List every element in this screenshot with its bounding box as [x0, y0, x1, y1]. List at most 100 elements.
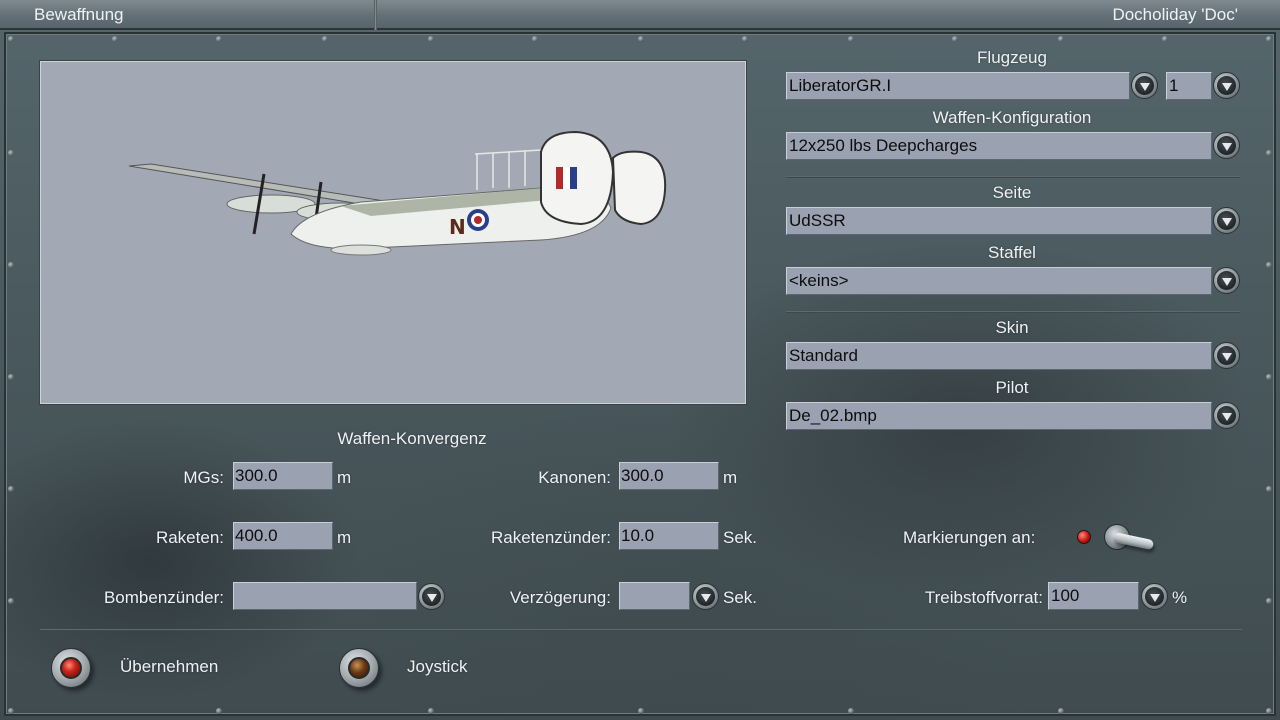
- rivet-icon: [1266, 374, 1272, 380]
- rivet-icon: [1058, 708, 1064, 714]
- rivet-icon: [8, 36, 14, 42]
- rivet-icon: [1058, 36, 1064, 42]
- skin-dropdown-button[interactable]: [1213, 342, 1240, 369]
- flugzeug-select[interactable]: LiberatorGR.I: [786, 72, 1130, 100]
- apply-button[interactable]: [51, 648, 91, 688]
- rivet-icon: [8, 150, 14, 156]
- verzoegerung-unit: Sek.: [723, 588, 758, 607]
- kanonen-input[interactable]: [619, 462, 719, 490]
- pilot-dropdown-button[interactable]: [1213, 402, 1240, 429]
- rivet-icon: [1266, 486, 1272, 492]
- verzoegerung-dropdown-button[interactable]: [692, 583, 719, 610]
- raketen-label: Raketen:: [155, 528, 224, 547]
- skin-select[interactable]: Standard: [786, 342, 1212, 370]
- treibstoff-label: Treibstoffvorrat:: [924, 588, 1043, 607]
- rivet-icon: [8, 708, 14, 714]
- chevron-down-icon: [1217, 406, 1236, 425]
- rivet-icon: [532, 36, 538, 42]
- skin-label: Skin: [995, 318, 1029, 337]
- chevron-down-icon: [1217, 76, 1236, 95]
- fin-flash-blue: [570, 167, 577, 189]
- staffel-select[interactable]: <keins>: [786, 267, 1212, 295]
- verzoegerung-label: Verzögerung:: [509, 588, 611, 607]
- aircraft-preview[interactable]: N: [40, 61, 746, 404]
- treibstoff-select[interactable]: 100: [1048, 582, 1139, 610]
- rivet-icon: [1162, 36, 1168, 42]
- markierungen-label: Markierungen an:: [903, 528, 1036, 547]
- bombenzuender-select[interactable]: [233, 582, 417, 610]
- fin-flash-white: [563, 167, 570, 189]
- section-title: Bewaffnung: [34, 5, 124, 24]
- rivet-icon: [952, 36, 958, 42]
- chevron-down-icon: [1217, 271, 1236, 290]
- rivet-icon: [1266, 598, 1272, 604]
- raketenzuender-unit: Sek.: [723, 528, 758, 547]
- mgs-unit: m: [337, 468, 352, 487]
- pilot-select[interactable]: De_02.bmp: [786, 402, 1212, 430]
- rivet-icon: [428, 36, 434, 42]
- treibstoff-dropdown-button[interactable]: [1141, 583, 1168, 610]
- staffel-label: Staffel: [988, 243, 1036, 262]
- chevron-down-icon: [696, 587, 715, 606]
- rivet-icon: [1266, 262, 1272, 268]
- rivet-icon: [8, 486, 14, 492]
- seite-label: Seite: [992, 183, 1032, 202]
- divider: [40, 629, 1242, 631]
- rivet-icon: [428, 708, 434, 714]
- brown-lamp-icon: [348, 657, 370, 679]
- verzoegerung-select[interactable]: [619, 582, 690, 610]
- red-lamp-icon: [60, 657, 82, 679]
- aircraft-tail-fin: [611, 150, 667, 226]
- joystick-label[interactable]: Joystick: [407, 657, 467, 677]
- rivet-icon: [112, 36, 118, 42]
- aircraft-antenna: [474, 149, 542, 190]
- roundel-red: [474, 216, 482, 224]
- raketenzuender-input[interactable]: [619, 522, 719, 550]
- flugzeug-label: Flugzeug: [977, 48, 1047, 67]
- divider: [786, 311, 1240, 313]
- raketen-unit: m: [337, 528, 352, 547]
- rivet-icon: [638, 36, 644, 42]
- waffen-konfig-dropdown-button[interactable]: [1213, 132, 1240, 159]
- mgs-label: MGs:: [183, 468, 224, 487]
- rivet-icon: [8, 374, 14, 380]
- treibstoff-unit: %: [1172, 588, 1188, 607]
- staffel-dropdown-button[interactable]: [1213, 267, 1240, 294]
- raketenzuender-label: Raketenzünder:: [490, 528, 611, 547]
- rivet-icon: [1266, 150, 1272, 156]
- count-dropdown-button[interactable]: [1213, 72, 1240, 99]
- title-divider: [374, 0, 377, 30]
- markierungen-indicator-led: [1077, 530, 1091, 544]
- chevron-down-icon: [1135, 76, 1154, 95]
- rivet-icon: [848, 36, 854, 42]
- rivet-icon: [216, 36, 222, 42]
- joystick-button[interactable]: [339, 648, 379, 688]
- flugzeug-dropdown-button[interactable]: [1131, 72, 1158, 99]
- divider: [786, 176, 1240, 178]
- kanonen-unit: m: [723, 468, 738, 487]
- chevron-down-icon: [1217, 136, 1236, 155]
- mgs-input[interactable]: [233, 462, 333, 490]
- rivet-icon: [322, 36, 328, 42]
- player-name: Docholiday 'Doc': [1112, 5, 1238, 24]
- raketen-input[interactable]: [233, 522, 333, 550]
- convergence-title: Waffen-Konvergenz: [337, 429, 487, 448]
- chevron-down-icon: [1145, 587, 1164, 606]
- rivet-icon: [1266, 36, 1272, 42]
- kanonen-label: Kanonen:: [538, 468, 611, 487]
- rivet-icon: [848, 708, 854, 714]
- aircraft-belly: [330, 244, 392, 256]
- chevron-down-icon: [1217, 211, 1236, 230]
- count-select[interactable]: 1: [1166, 72, 1212, 100]
- rivet-icon: [216, 708, 222, 714]
- seite-select[interactable]: UdSSR: [786, 207, 1212, 235]
- apply-label[interactable]: Übernehmen: [120, 657, 218, 677]
- title-bar: Bewaffnung Docholiday 'Doc': [0, 0, 1280, 30]
- rivet-icon: [638, 708, 644, 714]
- rivet-icon: [8, 262, 14, 268]
- waffen-konfig-select[interactable]: 12x250 lbs Deepcharges: [786, 132, 1212, 160]
- rivet-icon: [8, 598, 14, 604]
- fuselage-letter: N: [449, 215, 466, 239]
- rivet-icon: [742, 36, 748, 42]
- seite-dropdown-button[interactable]: [1213, 207, 1240, 234]
